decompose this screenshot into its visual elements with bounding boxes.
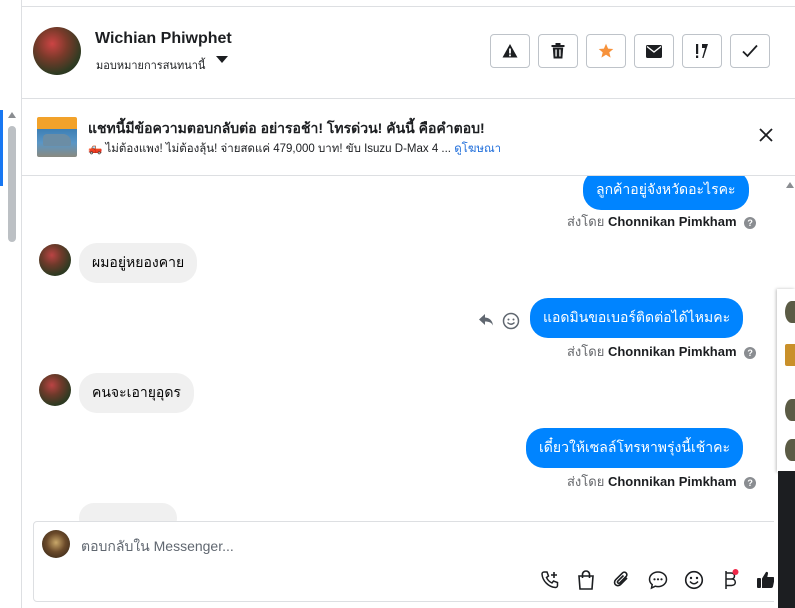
mini-thumbnail[interactable] [785, 344, 795, 366]
sent-by-prefix: ส่งโดย [567, 344, 605, 359]
thumbs-up-icon [757, 571, 775, 588]
outgoing-message[interactable]: แอดมินขอเบอร์ติดต่อได้ไหมคะ [530, 298, 744, 338]
sent-by-label: ส่งโดย Chonnikan Pimkham ? [567, 211, 757, 232]
saved-replies-button[interactable] [646, 568, 670, 592]
header-actions [490, 34, 770, 68]
follow-up-button[interactable] [682, 34, 722, 68]
payment-button[interactable] [718, 568, 742, 592]
trash-icon [551, 43, 565, 59]
selected-indicator [0, 110, 3, 186]
contact-avatar[interactable] [33, 27, 81, 75]
sent-by-label: ส่งโดย Chonnikan Pimkham ? [567, 341, 757, 362]
sidebar-scrollbar[interactable] [8, 126, 16, 242]
ad-banner-subtitle: 🛻 ไม่ต้องแพง! ไม่ต้องลุ้น! จ่ายสดแค่ 479… [88, 140, 501, 158]
mark-unread-button[interactable] [634, 34, 674, 68]
sent-by-prefix: ส่งโดย [567, 474, 605, 489]
floating-card [777, 289, 795, 472]
emoji-button[interactable] [682, 568, 706, 592]
reply-composer [33, 521, 778, 602]
attach-button[interactable] [610, 568, 634, 592]
ad-banner-title: แชทนี้มีข้อความตอบกลับต่อ อย่ารอช้า! โทร… [88, 120, 485, 136]
close-icon[interactable] [757, 126, 775, 144]
right-side-panel [774, 176, 795, 608]
mini-avatar[interactable] [785, 439, 795, 461]
star-icon [598, 43, 614, 58]
scroll-up-icon[interactable] [786, 182, 794, 188]
envelope-icon [646, 44, 662, 58]
react-icon[interactable] [502, 312, 520, 330]
report-spam-button[interactable] [490, 34, 530, 68]
contact-name[interactable]: Wichian Phiwphet [95, 30, 232, 48]
outgoing-message[interactable]: ลูกค้าอยู่จังหวัดอะไรคะ [583, 176, 749, 210]
scroll-up-icon[interactable] [8, 112, 16, 118]
view-ad-link[interactable]: ดูโฆษณา [454, 143, 501, 155]
chevron-down-icon[interactable] [216, 56, 228, 63]
ad-reply-banner: แชทนี้มีข้อความตอบกลับต่อ อย่ารอช้า! โทร… [22, 99, 795, 176]
sent-by-name: Chonnikan Pimkham [607, 214, 737, 229]
mini-avatar[interactable] [785, 301, 795, 323]
sent-by-prefix: ส่งโดย [567, 214, 605, 229]
dark-panel-edge [778, 471, 795, 608]
star-button[interactable] [586, 34, 626, 68]
paperclip-icon [613, 571, 628, 587]
mini-avatar[interactable] [785, 399, 795, 421]
call-add-icon [541, 571, 559, 589]
info-icon[interactable]: ? [744, 217, 757, 229]
shop-button[interactable] [574, 568, 598, 592]
contact-message-avatar[interactable] [39, 244, 71, 276]
left-sidebar-strip [0, 0, 22, 608]
check-icon [742, 44, 758, 58]
shopping-bag-icon [578, 570, 594, 590]
mark-done-button[interactable] [730, 34, 770, 68]
page-avatar[interactable] [42, 530, 70, 558]
call-add-button[interactable] [538, 568, 562, 592]
info-icon[interactable]: ? [744, 477, 757, 489]
delete-button[interactable] [538, 34, 578, 68]
incoming-message-partial[interactable] [79, 503, 177, 521]
ad-banner-subtitle-text: 🛻 ไม่ต้องแพง! ไม่ต้องลุ้น! จ่ายสดแค่ 479… [88, 143, 452, 155]
reply-icon[interactable] [478, 313, 494, 327]
emoji-icon [684, 570, 704, 590]
ad-thumbnail[interactable] [37, 117, 77, 157]
incoming-message[interactable]: คนจะเอายุอุดร [79, 373, 194, 413]
outgoing-message[interactable]: เดี๋ยวให้เซลล์โทรหาพรุ่งนี้เช้าคะ [526, 428, 743, 468]
sent-by-label: ส่งโดย Chonnikan Pimkham ? [567, 471, 757, 492]
assign-conversation-label[interactable]: มอบหมายการสนทนานี้ [96, 56, 205, 74]
sent-by-name: Chonnikan Pimkham [607, 344, 737, 359]
warning-icon [502, 44, 518, 58]
composer-toolbar [538, 568, 778, 592]
incoming-message[interactable]: ผมอยู่หยองคาย [79, 243, 198, 283]
info-icon[interactable]: ? [744, 347, 757, 359]
sent-by-name: Chonnikan Pimkham [607, 474, 737, 489]
saved-reply-icon [648, 571, 668, 590]
exclamation-icon [696, 44, 708, 58]
baht-payment-icon [725, 569, 739, 589]
message-thread[interactable]: ลูกค้าอยู่จังหวัดอะไรคะ ส่งโดย Chonnikan… [22, 176, 774, 521]
contact-message-avatar[interactable] [39, 374, 71, 406]
conversation-header: Wichian Phiwphet มอบหมายการสนทนานี้ [22, 7, 795, 99]
reply-input[interactable] [81, 535, 681, 557]
